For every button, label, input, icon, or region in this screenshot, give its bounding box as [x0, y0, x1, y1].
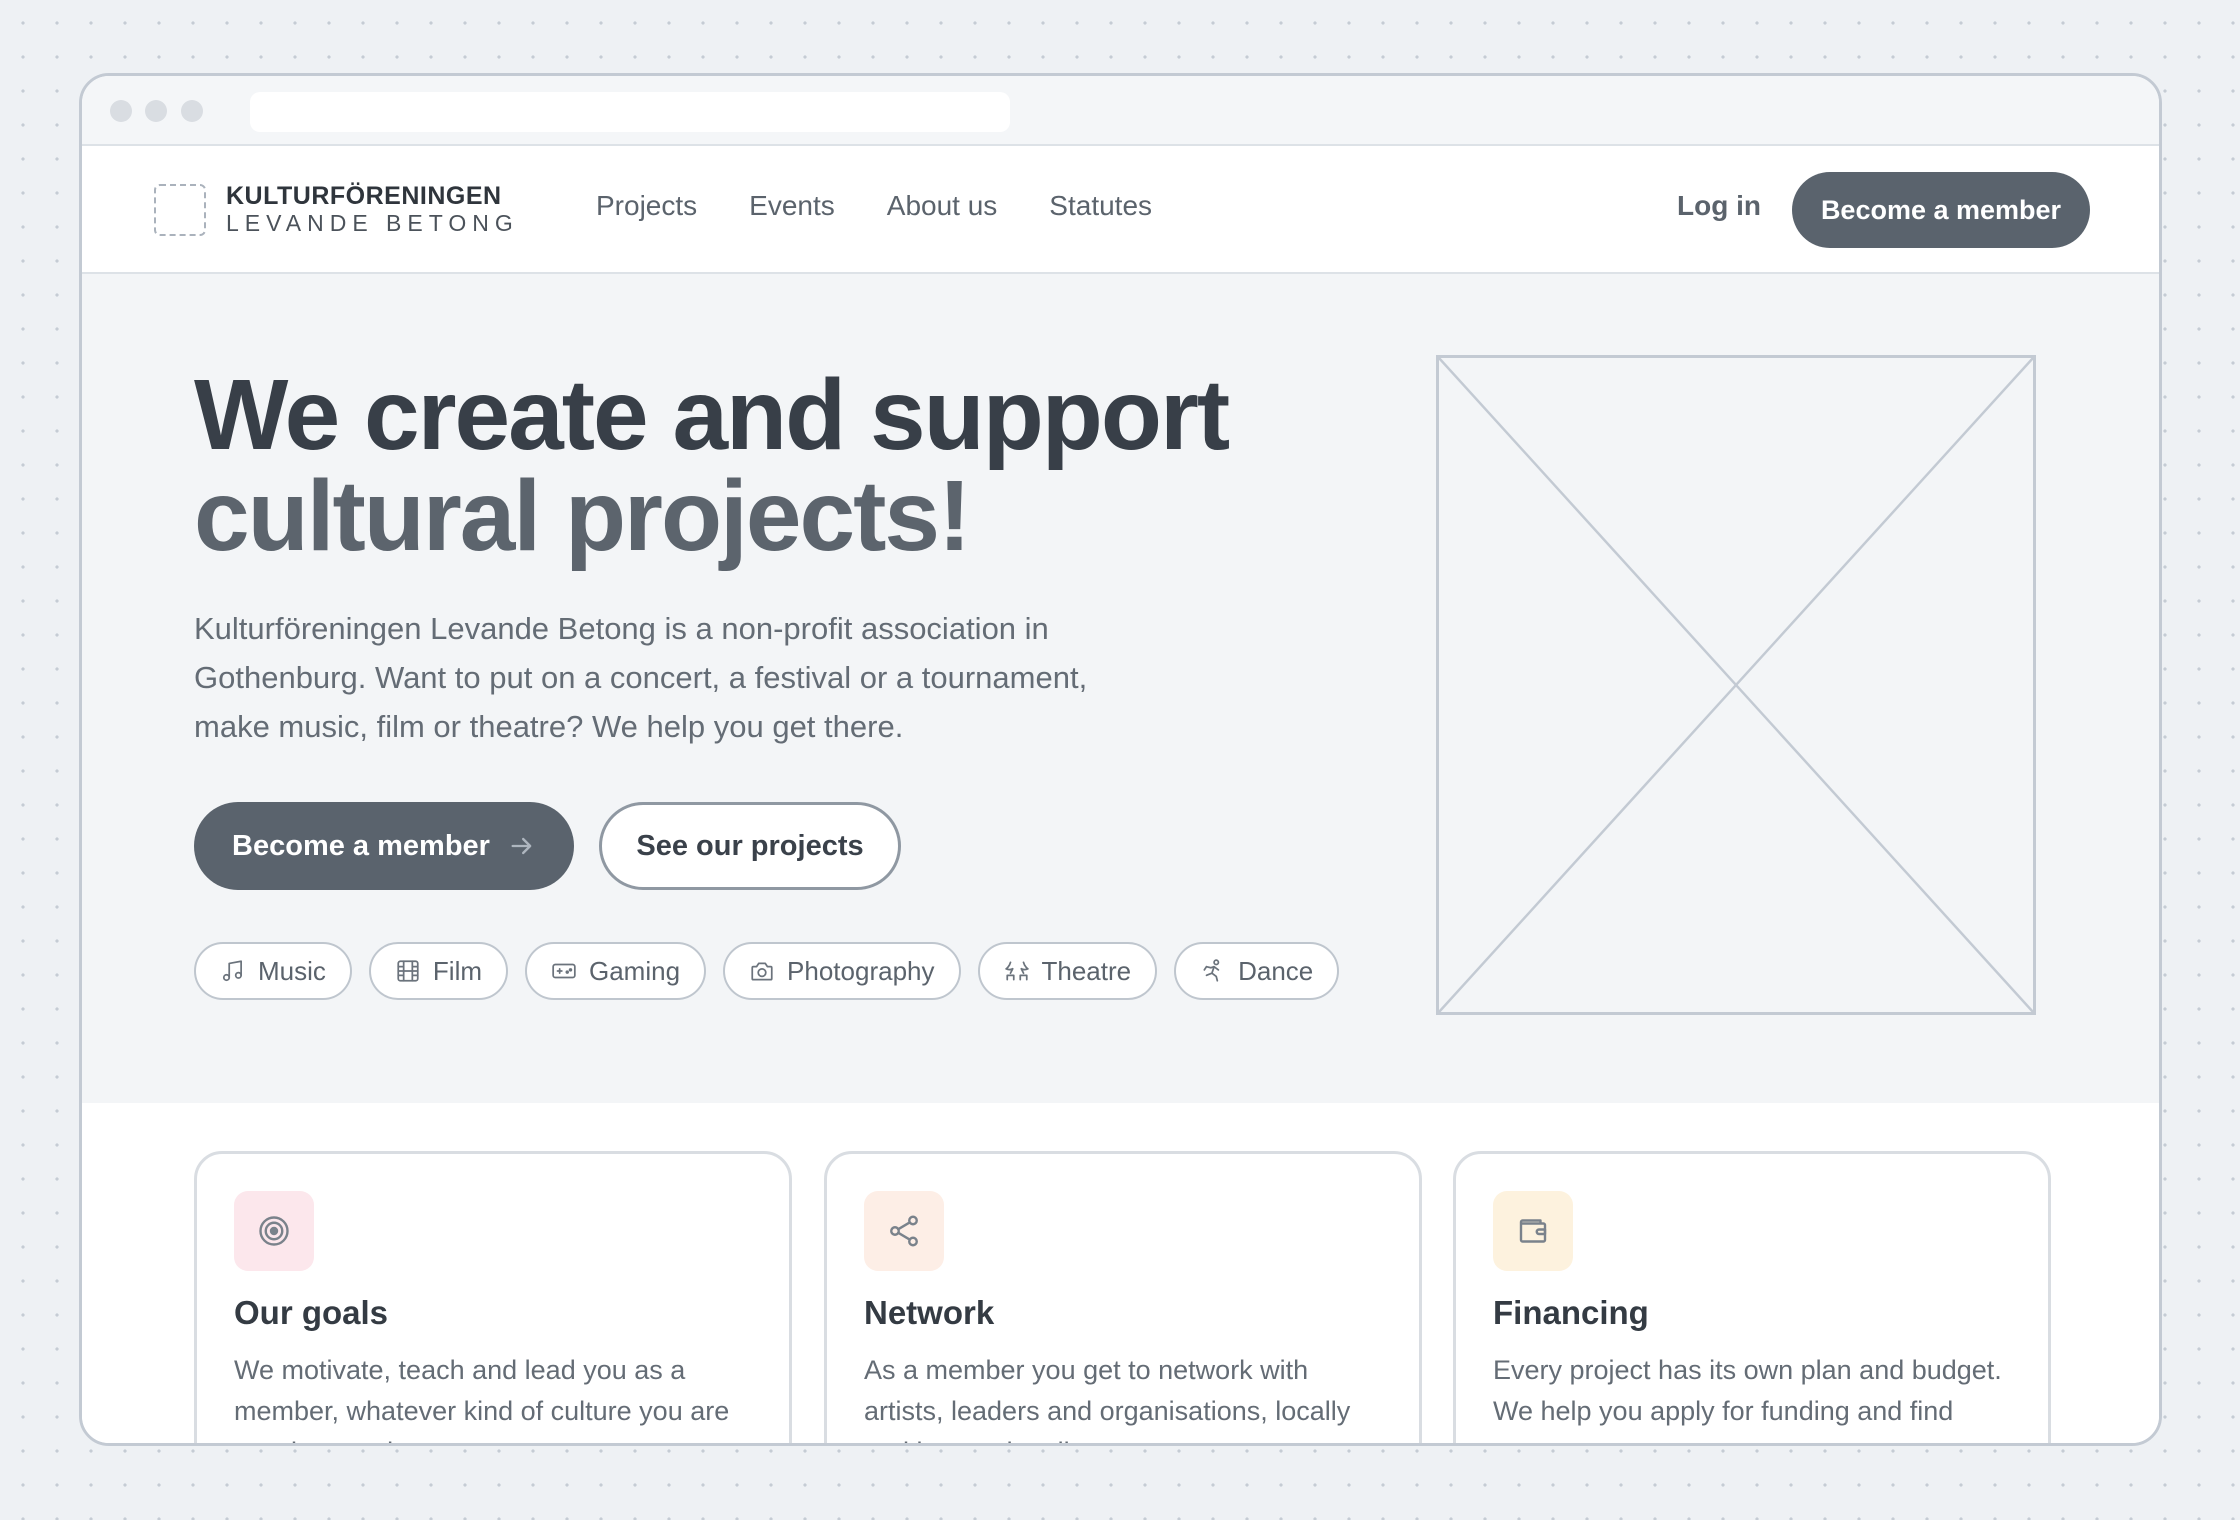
- tag-label: Film: [432, 955, 482, 986]
- image-placeholder-icon: [1439, 358, 2033, 1012]
- see-projects-button[interactable]: See our projects: [599, 802, 901, 890]
- browser-chrome: [82, 76, 2159, 146]
- nav-link-statutes[interactable]: Statutes: [1049, 190, 1152, 222]
- film-icon: [397, 960, 419, 982]
- hero-image-placeholder: [1436, 355, 2036, 1015]
- category-tags: Music Film Gaming Photography Theatre Da…: [194, 942, 1340, 1000]
- card-text: Every project has its own plan and budge…: [1493, 1355, 2002, 1443]
- hero-description: Kulturföreningen Levande Betong is a non…: [194, 611, 1088, 744]
- tag-label: Gaming: [589, 955, 681, 986]
- site-header: KULTURFÖRENINGEN LEVANDE BETONG Projects…: [82, 146, 2159, 274]
- wallet-icon: [1519, 1219, 1547, 1243]
- nav-link-events[interactable]: Events: [749, 190, 835, 222]
- tag-label: Dance: [1238, 955, 1314, 986]
- tag-theatre[interactable]: Theatre: [977, 942, 1158, 1000]
- arrow-right-icon: [511, 837, 532, 855]
- hero-become-member-button[interactable]: Become a member: [194, 802, 574, 890]
- feature-card-goals: Our goals We motivate, teach and lead yo…: [194, 1151, 792, 1443]
- tag-film[interactable]: Film: [368, 942, 508, 1000]
- features-section: Our goals We motivate, teach and lead yo…: [82, 1103, 2159, 1443]
- card-text: As a member you get to network with arti…: [864, 1355, 1351, 1443]
- camera-icon: [751, 962, 773, 981]
- hero-become-member-label: Become a member: [232, 829, 490, 862]
- window-maximize-dot[interactable]: [181, 100, 203, 122]
- tag-dance[interactable]: Dance: [1174, 942, 1340, 1000]
- card-icon-badge: [234, 1191, 314, 1271]
- brand-name[interactable]: KULTURFÖRENINGEN: [226, 182, 502, 211]
- tag-label: Theatre: [1041, 955, 1132, 986]
- nav-link-about-us[interactable]: About us: [887, 190, 998, 222]
- card-title: Our goals: [234, 1294, 389, 1331]
- share-icon: [890, 1215, 918, 1247]
- tag-label: Photography: [787, 955, 935, 986]
- window-minimize-dot[interactable]: [145, 100, 167, 122]
- card-icon-badge: [864, 1191, 944, 1271]
- main-nav: Projects Events About us Statutes: [596, 190, 1152, 222]
- gamepad-icon: [552, 963, 576, 979]
- browser-window: KULTURFÖRENINGEN LEVANDE BETONG Projects…: [79, 73, 2162, 1446]
- tag-label: Music: [258, 955, 326, 986]
- tag-gaming[interactable]: Gaming: [525, 942, 707, 1000]
- feature-card-network: Network As a member you get to network w…: [824, 1151, 1422, 1443]
- theatre-icon: [1004, 961, 1029, 981]
- brand-subtitle[interactable]: LEVANDE BETONG: [226, 210, 519, 237]
- card-title: Network: [864, 1294, 995, 1331]
- music-note-icon: [222, 960, 242, 982]
- hero-title-line1: We create and support: [194, 359, 1230, 471]
- login-link[interactable]: Log in: [1677, 190, 1761, 222]
- hero-section: We create and support cultural projects!…: [82, 274, 2159, 1103]
- feature-card-financing: Financing Every project has its own plan…: [1453, 1151, 2051, 1443]
- logo-placeholder-icon[interactable]: [154, 184, 206, 236]
- tag-music[interactable]: Music: [194, 942, 352, 1000]
- card-title: Financing: [1493, 1294, 1649, 1331]
- hero-title-line2: cultural projects!: [194, 460, 971, 572]
- window-close-dot[interactable]: [110, 100, 132, 122]
- header-become-member-button[interactable]: Become a member: [1792, 172, 2090, 248]
- nav-link-projects[interactable]: Projects: [596, 190, 697, 222]
- tag-photography[interactable]: Photography: [723, 942, 961, 1000]
- card-icon-badge: [1493, 1191, 1573, 1271]
- card-text: We motivate, teach and lead you as a mem…: [234, 1355, 730, 1443]
- address-bar[interactable]: [250, 92, 1010, 132]
- dance-icon: [1203, 959, 1220, 982]
- target-icon: [259, 1216, 289, 1246]
